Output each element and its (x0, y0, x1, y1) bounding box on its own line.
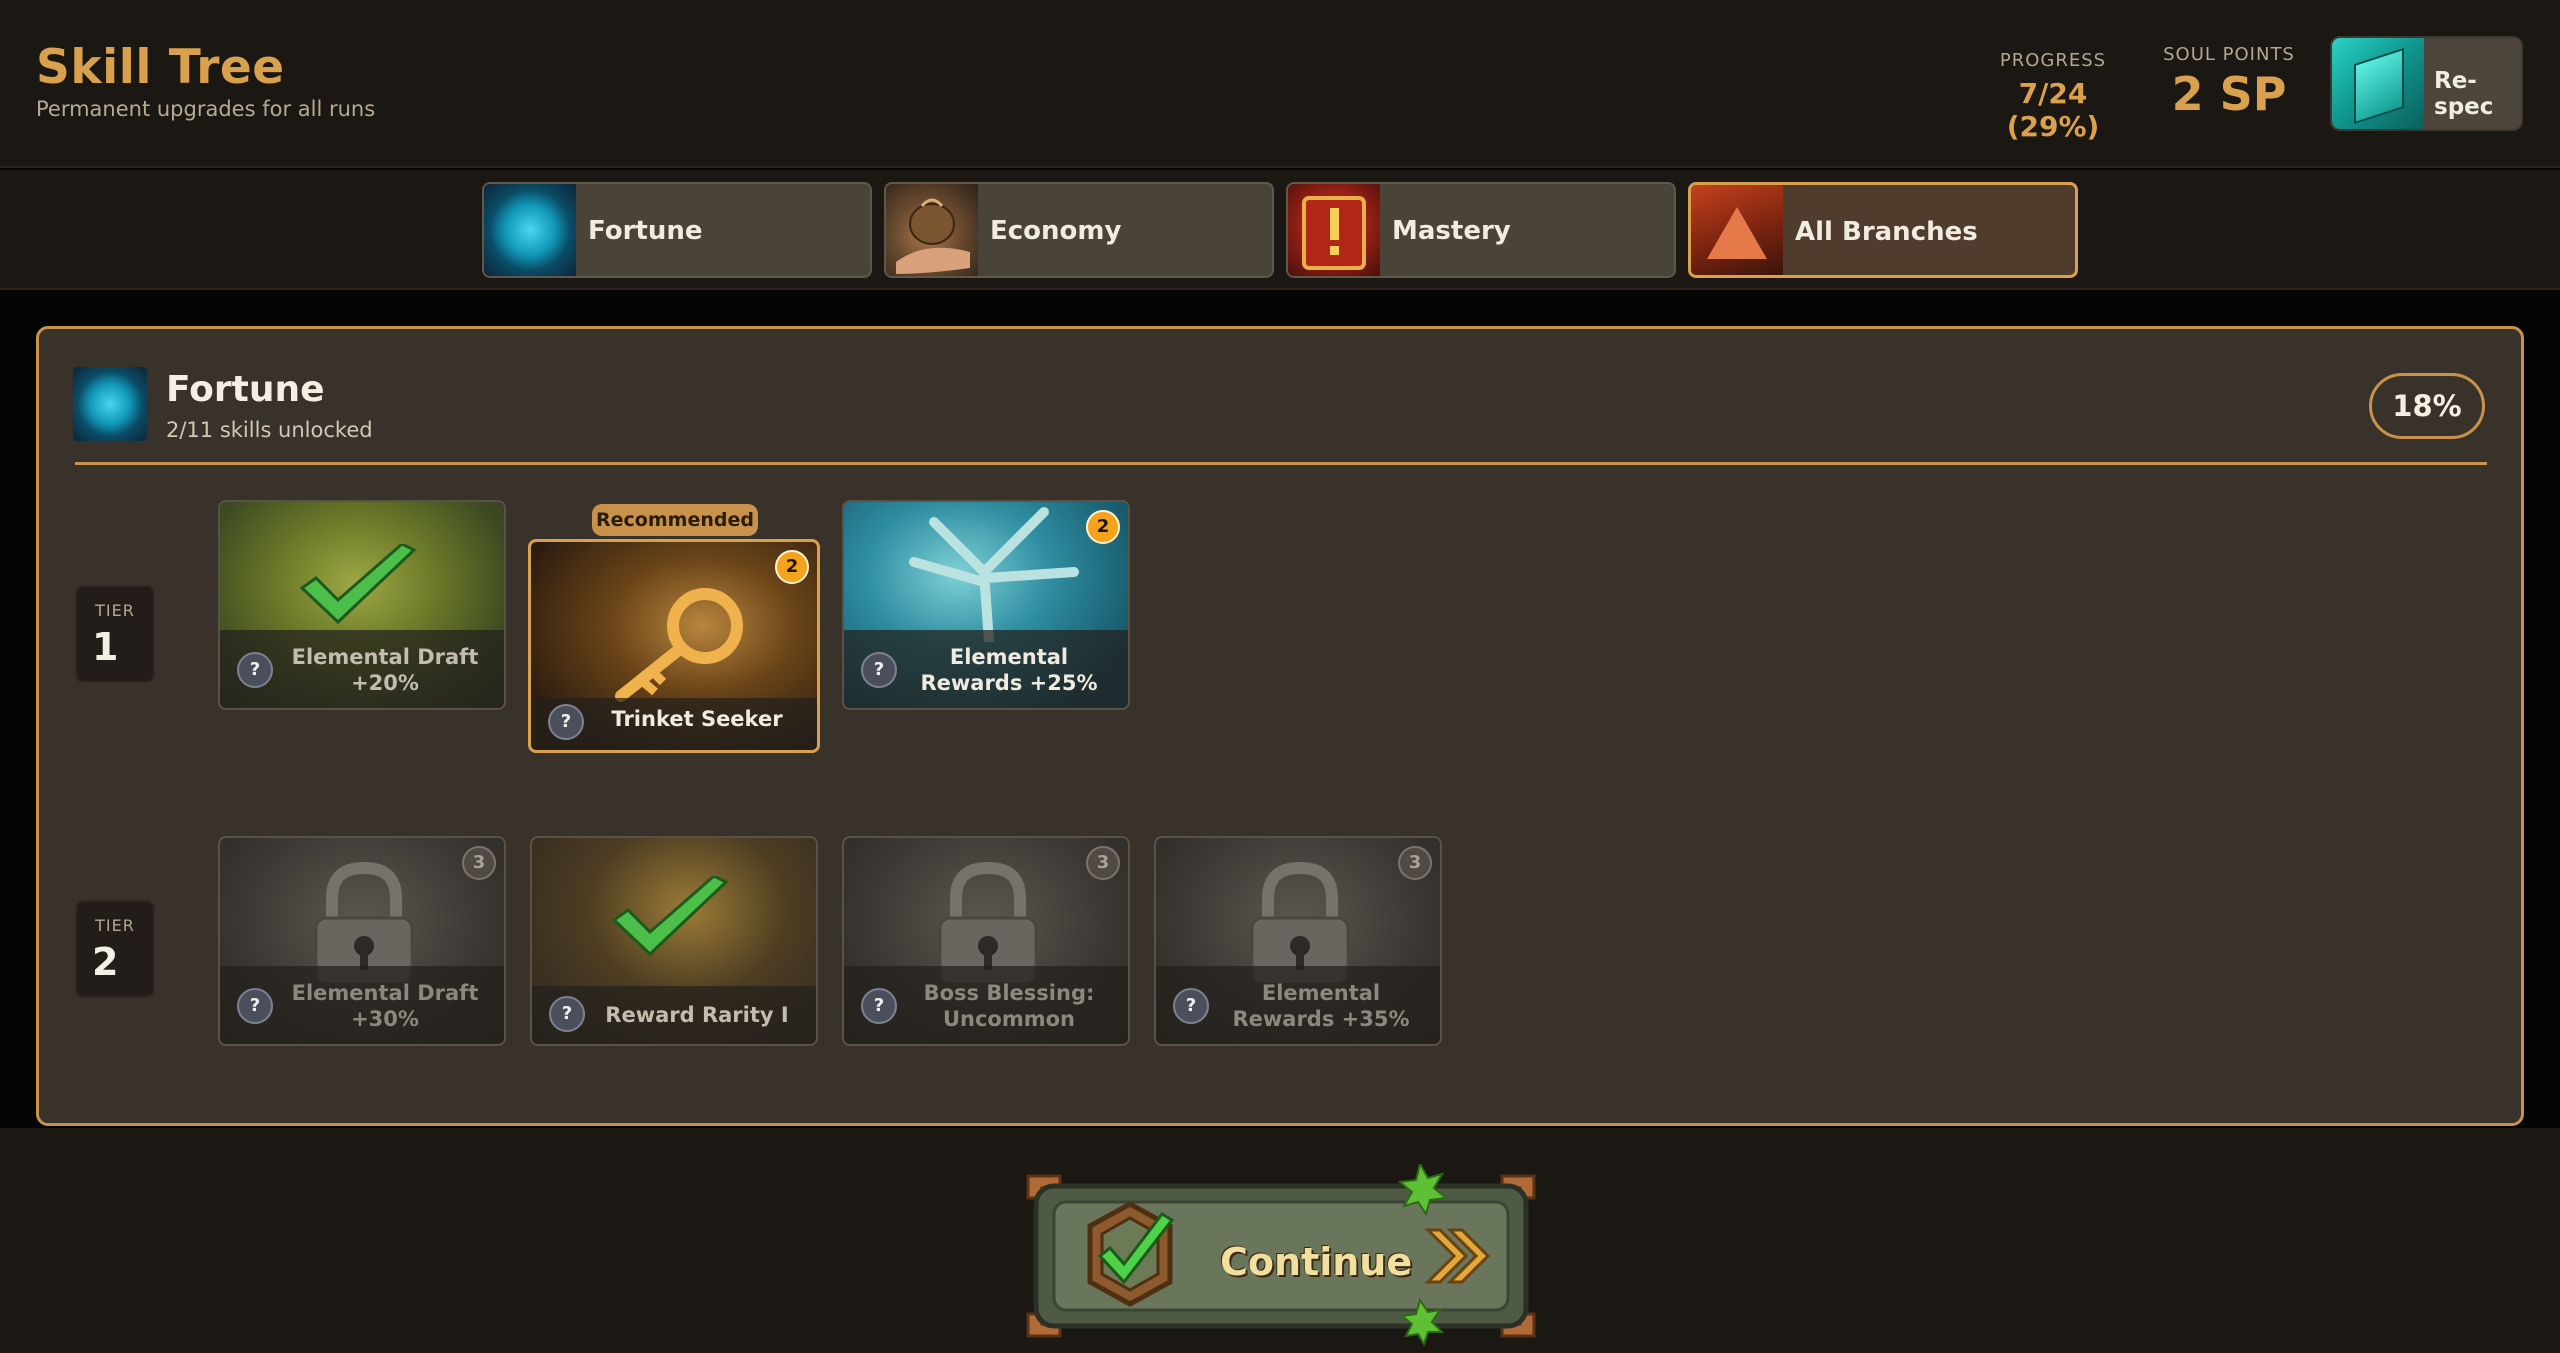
branch-tabs: Fortune Economy Mastery All Branches (0, 170, 2560, 290)
cost-badge: 3 (462, 846, 496, 880)
soul-points-label: SOUL POINTS (2163, 44, 2295, 65)
pyramid-icon (1691, 185, 1783, 275)
skill-name: Reward Rarity I (605, 1003, 789, 1027)
green-checkmark-icon (299, 544, 417, 625)
tab-all-branches[interactable]: All Branches (1688, 182, 2078, 278)
tab-label: Economy (990, 216, 1122, 246)
skill-card-elemental-rewards-25[interactable]: 2 ? Elemental Rewards +25% (842, 500, 1130, 710)
tab-fortune[interactable]: Fortune (482, 182, 872, 278)
tab-mastery[interactable]: Mastery (1286, 182, 1676, 278)
skill-card-elemental-draft-20[interactable]: ? Elemental Draft +20% (218, 500, 506, 710)
progress-stat: PROGRESS 7/24 (29%) (1972, 50, 2134, 143)
progress-value: 7/24 (29%) (2006, 77, 2100, 143)
branch-percent-badge: 18% (2369, 373, 2485, 439)
golden-key-icon (615, 588, 743, 702)
skill-name: Elemental Draft +20% (291, 645, 479, 695)
skill-card-elemental-draft-30[interactable]: 3 ? Elemental Draft +30% (218, 836, 506, 1046)
teal-tree-icon (909, 507, 1079, 642)
tier-1-badge: TIER 1 (75, 585, 155, 683)
skill-name: Boss Blessing: Uncommon (923, 981, 1095, 1031)
branch-unlock-count: 2/11 skills unlocked (166, 418, 373, 442)
branch-title: Fortune (166, 369, 325, 410)
tab-economy[interactable]: Economy (884, 182, 1274, 278)
tier-2-badge: TIER 2 (75, 900, 155, 998)
help-icon[interactable]: ? (861, 988, 897, 1024)
tier-number: 1 (92, 625, 119, 669)
tier-label: TIER (95, 916, 135, 935)
cost-badge: 2 (775, 550, 809, 584)
progress-label: PROGRESS (1999, 50, 2107, 71)
divider (75, 462, 2487, 465)
soul-points-value: 2 SP (2171, 67, 2287, 121)
skill-name: Elemental Draft +30% (291, 981, 479, 1031)
soul-points-stat: SOUL POINTS 2 SP (2156, 44, 2302, 121)
respec-label: Re-spec (2434, 68, 2494, 120)
tab-label: Fortune (588, 216, 703, 246)
skill-card-elemental-rewards-35[interactable]: 3 ? Elemental Rewards +35% (1154, 836, 1442, 1046)
help-icon[interactable]: ? (1173, 988, 1209, 1024)
recommended-badge: Recommended (592, 504, 758, 536)
skill-card-boss-blessing-uncommon[interactable]: 3 ? Boss Blessing: Uncommon (842, 836, 1130, 1046)
fortune-orb-icon (484, 184, 576, 276)
cost-badge: 3 (1086, 846, 1120, 880)
help-icon[interactable]: ? (549, 996, 585, 1032)
help-icon[interactable]: ? (548, 704, 584, 740)
skill-card-trinket-seeker[interactable]: 2 ? Trinket Seeker (528, 539, 820, 753)
page-subtitle: Permanent upgrades for all runs (36, 97, 376, 121)
tab-label: Mastery (1392, 216, 1511, 246)
green-checkmark-icon (611, 876, 729, 957)
tab-label: All Branches (1795, 217, 1978, 247)
help-icon[interactable]: ? (861, 652, 897, 688)
skill-name: Elemental Rewards +25% (920, 645, 1098, 695)
red-book-icon (1288, 184, 1380, 276)
cost-badge: 2 (1086, 510, 1120, 544)
continue-label: Continue (1220, 1240, 1413, 1284)
help-icon[interactable]: ? (237, 652, 273, 688)
teal-block-icon (2332, 38, 2424, 129)
respec-button[interactable]: Re-spec (2330, 36, 2523, 131)
help-icon[interactable]: ? (237, 988, 273, 1024)
tier-label: TIER (95, 601, 135, 620)
tier-number: 2 (92, 940, 119, 984)
skill-name: Trinket Seeker (611, 707, 783, 731)
header: Skill Tree Permanent upgrades for all ru… (0, 0, 2560, 168)
cost-badge: 3 (1398, 846, 1432, 880)
fortune-orb-icon (73, 367, 147, 441)
skill-name: Elemental Rewards +35% (1232, 981, 1410, 1031)
coin-bag-icon (886, 184, 978, 276)
skill-card-reward-rarity-1[interactable]: ? Reward Rarity I (530, 836, 818, 1046)
page-title: Skill Tree (36, 40, 285, 95)
